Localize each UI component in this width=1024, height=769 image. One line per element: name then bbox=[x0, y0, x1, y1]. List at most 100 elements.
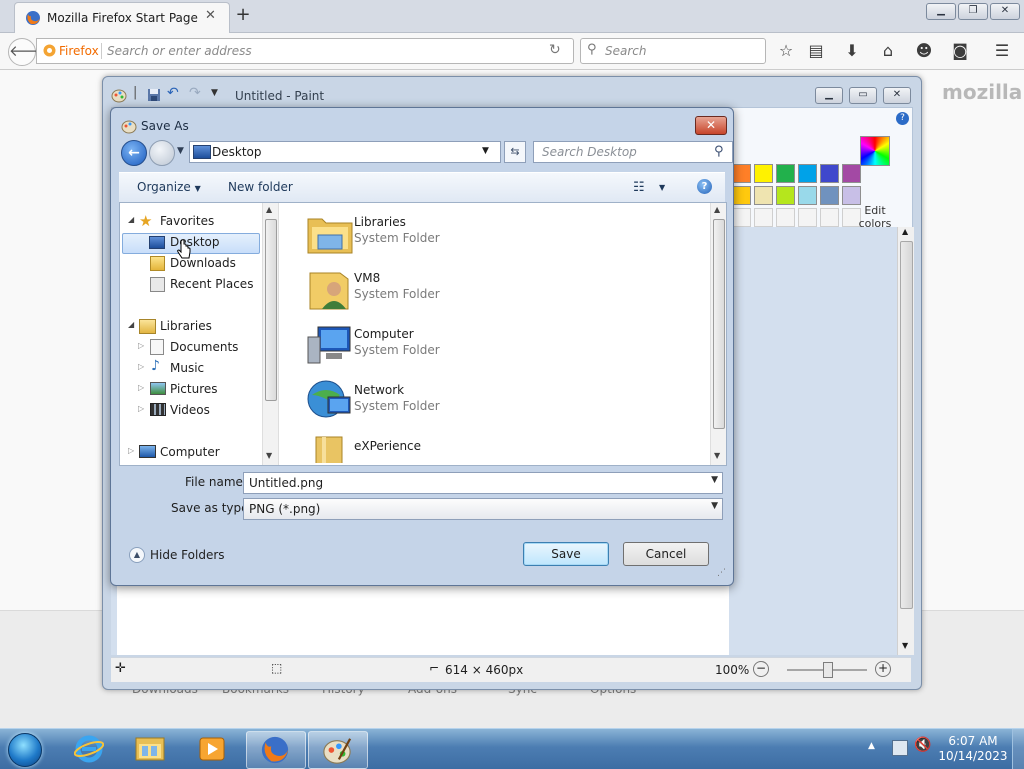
palette-empty-slot[interactable] bbox=[798, 208, 817, 227]
tab-firefox-start-page[interactable]: Mozilla Firefox Start Page ✕ bbox=[14, 2, 230, 33]
zoom-in-button[interactable]: + bbox=[875, 661, 891, 677]
location-bar[interactable]: Desktop ▼ bbox=[189, 141, 501, 163]
palette-color[interactable] bbox=[776, 186, 795, 205]
search-icon[interactable]: ⚲ bbox=[714, 144, 724, 159]
location-dropdown-icon[interactable]: ▼ bbox=[482, 146, 489, 156]
taskbar-media-player[interactable] bbox=[184, 731, 242, 767]
dialog-close-button[interactable]: ✕ bbox=[695, 116, 727, 135]
close-tab-icon[interactable]: ✕ bbox=[205, 8, 216, 23]
palette-color[interactable] bbox=[798, 164, 817, 183]
cancel-button[interactable]: Cancel bbox=[623, 542, 709, 566]
canvas-scroll-thumb[interactable] bbox=[900, 241, 913, 609]
paint-app-icon[interactable] bbox=[111, 87, 127, 103]
zoom-out-button[interactable]: − bbox=[753, 661, 769, 677]
palette-color[interactable] bbox=[732, 164, 751, 183]
nav-recent-places[interactable]: Recent Places bbox=[120, 274, 260, 294]
home-icon[interactable]: ⌂ bbox=[876, 39, 900, 63]
paint-close-button[interactable]: ✕ bbox=[883, 87, 911, 104]
url-bar[interactable]: Firefox Search or enter address ↻ bbox=[36, 38, 574, 64]
reload-icon[interactable]: ↻ bbox=[549, 42, 561, 58]
save-as-type-dropdown-icon[interactable]: ▼ bbox=[711, 501, 718, 511]
list-item[interactable]: VM8 System Folder bbox=[300, 265, 600, 315]
hello-chat-icon[interactable]: ☻ bbox=[912, 39, 936, 63]
start-button[interactable] bbox=[4, 731, 44, 767]
scroll-down-arrow-icon[interactable]: ▼ bbox=[714, 451, 720, 460]
recent-pages-dropdown-icon[interactable]: ▼ bbox=[177, 146, 184, 156]
list-item[interactable]: Computer System Folder bbox=[300, 321, 600, 371]
palette-color[interactable] bbox=[820, 186, 839, 205]
system-clock[interactable]: 6:07 AM 10/14/2023 bbox=[938, 734, 1008, 764]
save-as-type-select[interactable]: PNG (*.png) ▼ bbox=[243, 498, 723, 520]
forward-button[interactable] bbox=[149, 140, 175, 166]
new-tab-button[interactable]: + bbox=[232, 4, 254, 26]
scroll-up-arrow-icon[interactable]: ▲ bbox=[902, 227, 908, 236]
file-list-scroll-thumb[interactable] bbox=[713, 219, 725, 429]
restore-button[interactable]: ❐ bbox=[958, 3, 988, 20]
search-desktop-input[interactable]: Search Desktop ⚲ bbox=[533, 141, 733, 163]
file-name-input[interactable]: Untitled.png ▼ bbox=[243, 472, 723, 494]
navigation-pane-scrollbar[interactable]: ▲ ▼ bbox=[262, 203, 279, 465]
palette-color[interactable] bbox=[754, 186, 773, 205]
zoom-slider-thumb[interactable] bbox=[823, 662, 833, 678]
palette-color[interactable] bbox=[842, 164, 861, 183]
view-options-dropdown-icon[interactable]: ▼ bbox=[659, 183, 665, 192]
show-desktop-button[interactable] bbox=[1012, 729, 1024, 769]
change-view-icon[interactable]: ☷ bbox=[633, 180, 645, 195]
scroll-down-arrow-icon[interactable]: ▼ bbox=[902, 641, 908, 650]
taskbar-paint[interactable] bbox=[308, 731, 368, 769]
site-identity-icon[interactable] bbox=[43, 44, 56, 57]
customize-quick-access-icon[interactable]: ▼ bbox=[211, 88, 218, 98]
reading-list-icon[interactable]: ▤ bbox=[804, 39, 828, 63]
navigation-scroll-thumb[interactable] bbox=[265, 219, 277, 401]
scroll-down-arrow-icon[interactable]: ▼ bbox=[266, 451, 272, 460]
back-button[interactable]: ← bbox=[121, 140, 147, 166]
nav-libraries[interactable]: ◢ Libraries bbox=[120, 316, 260, 336]
close-window-button[interactable]: ✕ bbox=[990, 3, 1020, 20]
back-button[interactable]: 🡐 bbox=[8, 38, 49, 66]
pocket-icon[interactable]: ◙ bbox=[948, 39, 972, 63]
menu-icon[interactable]: ☰ bbox=[990, 39, 1014, 63]
scroll-up-arrow-icon[interactable]: ▲ bbox=[714, 205, 720, 214]
palette-color[interactable] bbox=[842, 186, 861, 205]
palette-color[interactable] bbox=[732, 186, 751, 205]
taskbar-internet-explorer[interactable] bbox=[60, 731, 118, 767]
save-button[interactable]: Save bbox=[523, 542, 609, 566]
paint-maximize-button[interactable]: ▭ bbox=[849, 87, 877, 104]
palette-color[interactable] bbox=[820, 164, 839, 183]
list-item[interactable]: eXPerience bbox=[300, 433, 600, 463]
palette-color[interactable] bbox=[798, 186, 817, 205]
canvas-vertical-scrollbar[interactable]: ▲ ▼ bbox=[897, 227, 914, 655]
palette-empty-slot[interactable] bbox=[754, 208, 773, 227]
save-icon[interactable] bbox=[147, 88, 161, 102]
downloads-icon[interactable]: ⬇ bbox=[840, 39, 864, 63]
resize-grip-icon[interactable]: ⋰ bbox=[717, 568, 726, 578]
collapse-arrow-icon[interactable]: ◢ bbox=[128, 215, 134, 224]
expand-arrow-icon[interactable]: ▷ bbox=[138, 341, 144, 350]
search-bar[interactable]: ⚲ Search bbox=[580, 38, 766, 64]
expand-arrow-icon[interactable]: ▷ bbox=[138, 404, 144, 413]
bookmark-star-icon[interactable]: ☆ bbox=[774, 39, 798, 63]
palette-empty-slot[interactable] bbox=[776, 208, 795, 227]
volume-muted-icon[interactable]: 🔇 bbox=[914, 737, 931, 753]
palette-empty-slot[interactable] bbox=[820, 208, 839, 227]
help-icon[interactable]: ? bbox=[896, 112, 909, 125]
hide-folders-toggle[interactable]: ▲ Hide Folders bbox=[129, 546, 229, 564]
list-item[interactable]: Network System Folder bbox=[300, 377, 600, 427]
undo-icon[interactable]: ↶ bbox=[167, 85, 179, 101]
expand-arrow-icon[interactable]: ▷ bbox=[138, 362, 144, 371]
minimize-button[interactable]: ▁ bbox=[926, 3, 956, 20]
collapse-arrow-icon[interactable]: ◢ bbox=[128, 320, 134, 329]
taskbar-firefox[interactable] bbox=[246, 731, 306, 769]
nav-music[interactable]: ▷ ♪ Music bbox=[120, 358, 260, 378]
palette-color[interactable] bbox=[754, 164, 773, 183]
expand-arrow-icon[interactable]: ▷ bbox=[128, 446, 134, 455]
refresh-button[interactable]: ⇆ bbox=[504, 141, 526, 163]
scroll-up-arrow-icon[interactable]: ▲ bbox=[266, 205, 272, 214]
nav-videos[interactable]: ▷ Videos bbox=[120, 400, 260, 420]
palette-empty-slot[interactable] bbox=[732, 208, 751, 227]
expand-arrow-icon[interactable]: ▷ bbox=[138, 383, 144, 392]
network-tray-icon[interactable] bbox=[892, 740, 908, 756]
taskbar-windows-explorer[interactable] bbox=[122, 731, 180, 767]
new-folder-button[interactable]: New folder bbox=[228, 180, 293, 194]
file-list-scrollbar[interactable]: ▲ ▼ bbox=[710, 203, 726, 465]
